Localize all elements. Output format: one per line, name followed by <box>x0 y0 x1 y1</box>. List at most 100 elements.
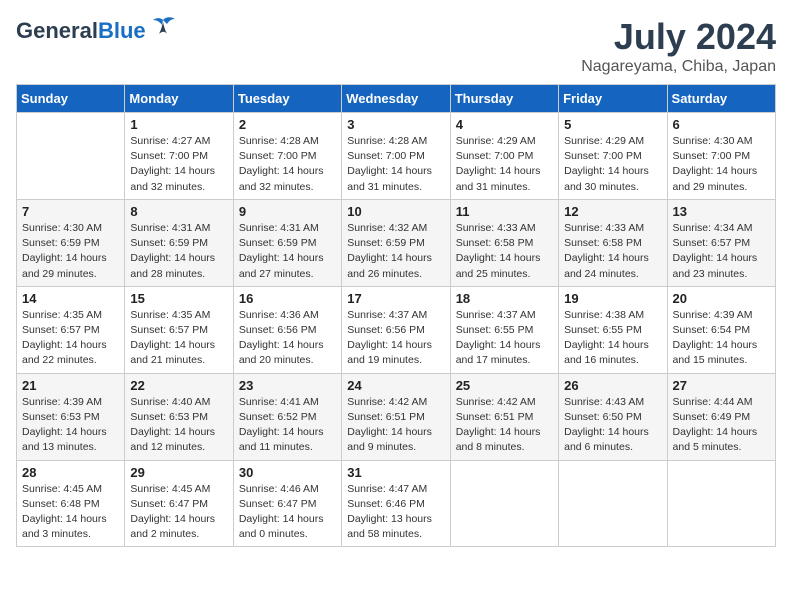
calendar-cell <box>450 460 558 547</box>
day-info: Sunrise: 4:34 AMSunset: 6:57 PMDaylight:… <box>673 221 770 282</box>
calendar-cell: 12Sunrise: 4:33 AMSunset: 6:58 PMDayligh… <box>559 199 667 286</box>
calendar-cell: 1Sunrise: 4:27 AMSunset: 7:00 PMDaylight… <box>125 113 233 200</box>
day-info: Sunrise: 4:43 AMSunset: 6:50 PMDaylight:… <box>564 395 661 456</box>
calendar-cell <box>17 113 125 200</box>
calendar-cell: 11Sunrise: 4:33 AMSunset: 6:58 PMDayligh… <box>450 199 558 286</box>
day-number: 21 <box>22 378 119 393</box>
day-number: 13 <box>673 204 770 219</box>
column-header-monday: Monday <box>125 85 233 113</box>
day-number: 8 <box>130 204 227 219</box>
column-header-wednesday: Wednesday <box>342 85 450 113</box>
day-number: 15 <box>130 291 227 306</box>
calendar-cell: 17Sunrise: 4:37 AMSunset: 6:56 PMDayligh… <box>342 286 450 373</box>
day-number: 18 <box>456 291 553 306</box>
day-info: Sunrise: 4:35 AMSunset: 6:57 PMDaylight:… <box>130 308 227 369</box>
day-number: 31 <box>347 465 444 480</box>
day-number: 2 <box>239 117 336 132</box>
column-header-sunday: Sunday <box>17 85 125 113</box>
day-info: Sunrise: 4:45 AMSunset: 6:47 PMDaylight:… <box>130 482 227 543</box>
calendar-cell: 18Sunrise: 4:37 AMSunset: 6:55 PMDayligh… <box>450 286 558 373</box>
logo-blue: Blue <box>98 18 146 43</box>
day-number: 4 <box>456 117 553 132</box>
day-info: Sunrise: 4:29 AMSunset: 7:00 PMDaylight:… <box>564 134 661 195</box>
day-number: 14 <box>22 291 119 306</box>
day-number: 6 <box>673 117 770 132</box>
calendar-cell: 20 Sunrise: 4:39 AMSunset: 6:54 PMDayligh… <box>667 286 775 373</box>
day-info: Sunrise: 4:36 AMSunset: 6:56 PMDaylight:… <box>239 308 336 369</box>
day-number: 28 <box>22 465 119 480</box>
day-info: Sunrise: 4:28 AMSunset: 7:00 PMDaylight:… <box>347 134 444 195</box>
day-number: 10 <box>347 204 444 219</box>
calendar-week-row: 21 Sunrise: 4:39 AMSunset: 6:53 PMDayligh… <box>17 373 776 460</box>
day-number: 29 <box>130 465 227 480</box>
calendar-cell: 2Sunrise: 4:28 AMSunset: 7:00 PMDaylight… <box>233 113 341 200</box>
day-info: Sunrise: 4:39 AMSunset: 6:54 PMDaylight:… <box>673 308 770 369</box>
location-subtitle: Nagareyama, Chiba, Japan <box>581 58 776 76</box>
day-number: 30 <box>239 465 336 480</box>
logo-bird-icon <box>149 16 177 45</box>
day-number: 24 <box>347 378 444 393</box>
calendar-cell: 3 Sunrise: 4:28 AMSunset: 7:00 PMDaylight… <box>342 113 450 200</box>
calendar-cell: 22Sunrise: 4:40 AMSunset: 6:53 PMDayligh… <box>125 373 233 460</box>
calendar-cell: 31Sunrise: 4:47 AMSunset: 6:46 PMDayligh… <box>342 460 450 547</box>
calendar-week-row: 28Sunrise: 4:45 AMSunset: 6:48 PMDayligh… <box>17 460 776 547</box>
day-info: Sunrise: 4:39 AMSunset: 6:53 PMDaylight:… <box>22 395 119 456</box>
day-info: Sunrise: 4:38 AMSunset: 6:55 PMDaylight:… <box>564 308 661 369</box>
day-number: 1 <box>130 117 227 132</box>
logo: GeneralBlue <box>16 16 177 45</box>
day-info: Sunrise: 4:41 AMSunset: 6:52 PMDaylight:… <box>239 395 336 456</box>
calendar-header-row: SundayMondayTuesdayWednesdayThursdayFrid… <box>17 85 776 113</box>
day-number: 23 <box>239 378 336 393</box>
day-info: Sunrise: 4:29 AMSunset: 7:00 PMDaylight:… <box>456 134 553 195</box>
calendar-cell: 26 Sunrise: 4:43 AMSunset: 6:50 PMDayligh… <box>559 373 667 460</box>
title-block: July 2024 Nagareyama, Chiba, Japan <box>581 16 776 76</box>
month-year-title: July 2024 <box>581 16 776 58</box>
calendar-cell <box>667 460 775 547</box>
calendar-cell: 19 Sunrise: 4:38 AMSunset: 6:55 PMDayligh… <box>559 286 667 373</box>
day-info: Sunrise: 4:42 AMSunset: 6:51 PMDaylight:… <box>456 395 553 456</box>
day-number: 7 <box>22 204 119 219</box>
calendar-cell <box>559 460 667 547</box>
day-info: Sunrise: 4:32 AMSunset: 6:59 PMDaylight:… <box>347 221 444 282</box>
calendar-cell: 23 Sunrise: 4:41 AMSunset: 6:52 PMDayligh… <box>233 373 341 460</box>
calendar-cell: 24 Sunrise: 4:42 AMSunset: 6:51 PMDayligh… <box>342 373 450 460</box>
day-number: 3 <box>347 117 444 132</box>
calendar-cell: 13 Sunrise: 4:34 AMSunset: 6:57 PMDayligh… <box>667 199 775 286</box>
calendar-cell: 8Sunrise: 4:31 AMSunset: 6:59 PMDaylight… <box>125 199 233 286</box>
day-number: 20 <box>673 291 770 306</box>
day-number: 9 <box>239 204 336 219</box>
calendar-cell: 25 Sunrise: 4:42 AMSunset: 6:51 PMDayligh… <box>450 373 558 460</box>
day-number: 19 <box>564 291 661 306</box>
column-header-friday: Friday <box>559 85 667 113</box>
day-info: Sunrise: 4:44 AMSunset: 6:49 PMDaylight:… <box>673 395 770 456</box>
calendar-cell: 4 Sunrise: 4:29 AMSunset: 7:00 PMDaylight… <box>450 113 558 200</box>
day-info: Sunrise: 4:40 AMSunset: 6:53 PMDaylight:… <box>130 395 227 456</box>
calendar-week-row: 1Sunrise: 4:27 AMSunset: 7:00 PMDaylight… <box>17 113 776 200</box>
day-number: 27 <box>673 378 770 393</box>
column-header-thursday: Thursday <box>450 85 558 113</box>
calendar-cell: 5 Sunrise: 4:29 AMSunset: 7:00 PMDaylight… <box>559 113 667 200</box>
day-info: Sunrise: 4:30 AMSunset: 6:59 PMDaylight:… <box>22 221 119 282</box>
day-number: 25 <box>456 378 553 393</box>
calendar-cell: 21 Sunrise: 4:39 AMSunset: 6:53 PMDayligh… <box>17 373 125 460</box>
day-info: Sunrise: 4:30 AMSunset: 7:00 PMDaylight:… <box>673 134 770 195</box>
page-header: GeneralBlue July 2024 Nagareyama, Chiba,… <box>16 16 776 76</box>
logo-text: GeneralBlue <box>16 18 146 44</box>
day-info: Sunrise: 4:33 AMSunset: 6:58 PMDaylight:… <box>456 221 553 282</box>
calendar-cell: 9 Sunrise: 4:31 AMSunset: 6:59 PMDaylight… <box>233 199 341 286</box>
day-number: 17 <box>347 291 444 306</box>
day-info: Sunrise: 4:31 AMSunset: 6:59 PMDaylight:… <box>239 221 336 282</box>
day-info: Sunrise: 4:42 AMSunset: 6:51 PMDaylight:… <box>347 395 444 456</box>
calendar-week-row: 14 Sunrise: 4:35 AMSunset: 6:57 PMDayligh… <box>17 286 776 373</box>
calendar-cell: 7 Sunrise: 4:30 AMSunset: 6:59 PMDaylight… <box>17 199 125 286</box>
column-header-saturday: Saturday <box>667 85 775 113</box>
day-number: 26 <box>564 378 661 393</box>
calendar-cell: 14Sunrise: 4:35 AMSunset: 6:57 PMDayligh… <box>17 286 125 373</box>
calendar-week-row: 7 Sunrise: 4:30 AMSunset: 6:59 PMDaylight… <box>17 199 776 286</box>
calendar-cell: 30Sunrise: 4:46 AMSunset: 6:47 PMDayligh… <box>233 460 341 547</box>
day-number: 12 <box>564 204 661 219</box>
calendar-cell: 10 Sunrise: 4:32 AMSunset: 6:59 PMDayligh… <box>342 199 450 286</box>
calendar-cell: 15 Sunrise: 4:35 AMSunset: 6:57 PMDayligh… <box>125 286 233 373</box>
calendar-cell: 29 Sunrise: 4:45 AMSunset: 6:47 PMDayligh… <box>125 460 233 547</box>
day-number: 5 <box>564 117 661 132</box>
